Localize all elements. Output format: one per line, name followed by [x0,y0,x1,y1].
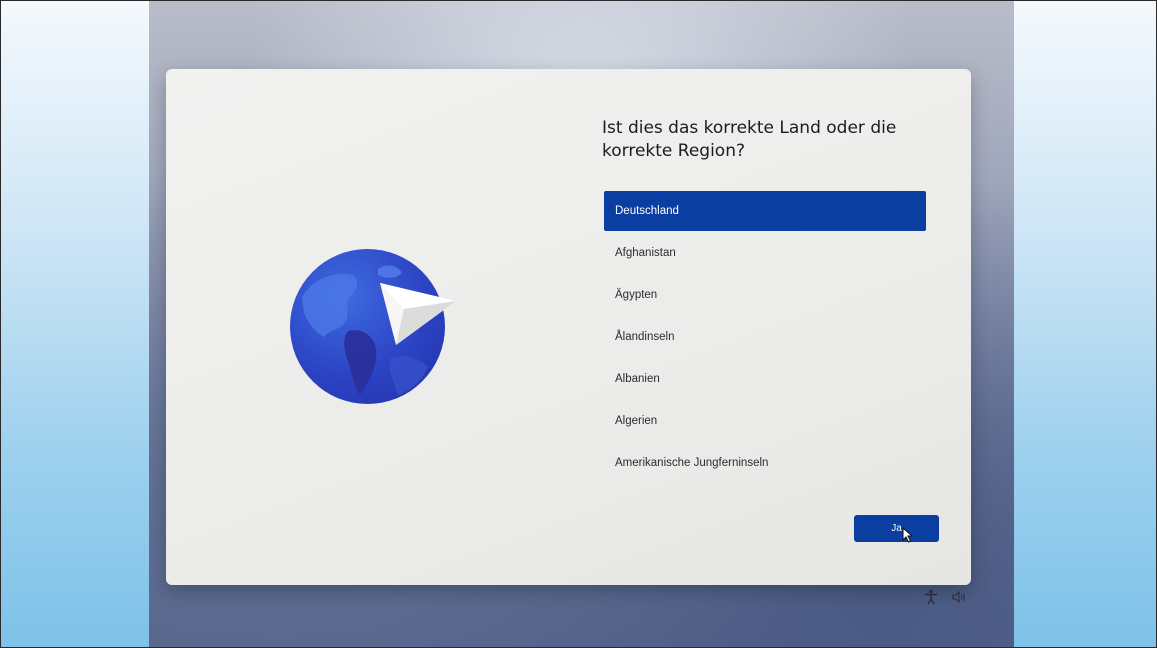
page-title: Ist dies das korrekte Land oder die korr… [602,118,897,161]
list-item-aegypten[interactable]: Ägypten [604,275,926,315]
mouse-cursor-icon [902,527,914,543]
list-item-deutschland[interactable]: Deutschland [604,191,926,231]
confirm-button[interactable]: Ja [854,515,939,542]
system-tray [924,589,974,605]
list-item-afghanistan[interactable]: Afghanistan [604,233,926,273]
monitor-photo: Ist dies das korrekte Land oder die korr… [149,1,1014,647]
list-item-algerien[interactable]: Algerien [604,401,926,441]
globe-illustration [290,249,460,409]
accessibility-icon[interactable] [924,589,938,605]
country-list: Deutschland Afghanistan Ägypten Ålandins… [604,191,926,485]
volume-icon[interactable] [951,589,967,605]
list-item-amerikanische-jungferninseln[interactable]: Amerikanische Jungferninseln [604,443,926,483]
slide-frame: Ist dies das korrekte Land oder die korr… [0,0,1157,648]
paper-plane-icon [378,279,458,349]
list-item-albanien[interactable]: Albanien [604,359,926,399]
setup-dialog: Ist dies das korrekte Land oder die korr… [166,69,971,585]
list-item-alandinseln[interactable]: Ålandinseln [604,317,926,357]
